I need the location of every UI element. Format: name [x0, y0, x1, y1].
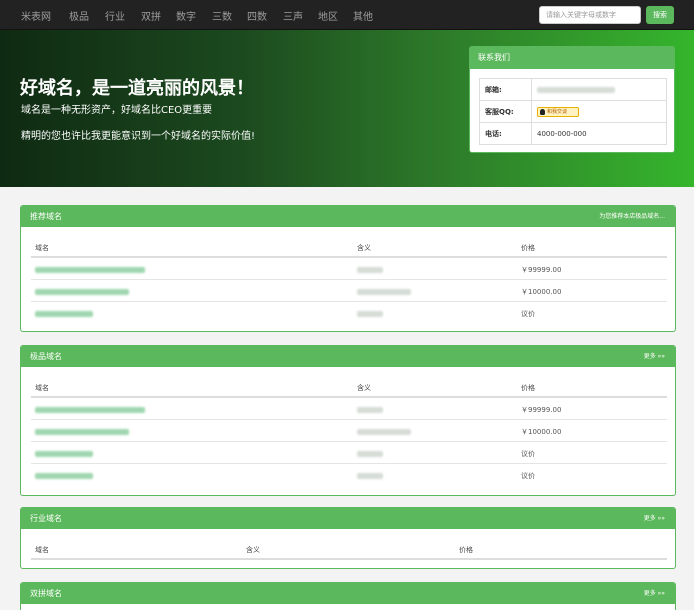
domain-cell[interactable] [35, 450, 93, 458]
brand-link[interactable]: 米表网 [21, 8, 51, 23]
table-row[interactable]: ￥10000.00 [31, 280, 667, 302]
panel-title-text: 推荐域名 [30, 212, 62, 221]
search-button[interactable]: 搜索 [646, 6, 674, 24]
domain-cell[interactable] [35, 266, 145, 274]
premium-more-link[interactable]: 更多 »» [644, 346, 665, 367]
panel-premium-title: 极品域名 更多 »» [21, 346, 675, 367]
recommended-more-link[interactable]: 为您推荐本店极品域名... [599, 206, 665, 227]
meaning-cell [357, 450, 383, 458]
table-row[interactable]: 议价 [31, 442, 667, 464]
domain-cell[interactable] [35, 406, 145, 414]
panel-title-text: 行业域名 [30, 514, 62, 523]
col-meaning: 含义 [357, 384, 371, 392]
price-cell: ￥99999.00 [521, 266, 562, 274]
col-meaning: 含义 [246, 546, 260, 554]
col-price: 价格 [521, 384, 535, 392]
price-cell: ￥99999.00 [521, 406, 562, 414]
email-label: 邮箱: [479, 78, 532, 101]
hero-banner: 好域名，是一道亮丽的风景！ 域名是一种无形资产，好域名比CEO更重要 精明的您也… [0, 30, 694, 187]
table-row[interactable]: 议价 [31, 464, 667, 486]
panel-industry-title: 行业域名 更多 »» [21, 508, 675, 529]
pinyin-more-link[interactable]: 更多 »» [644, 583, 665, 604]
email-value [531, 78, 667, 101]
premium-table: 域名 含义 价格 ￥99999.00 ￥10000.00 议价 议价 [31, 376, 667, 486]
contact-title: 联系我们 [470, 47, 674, 69]
table-row[interactable]: ￥10000.00 [31, 420, 667, 442]
meaning-cell [357, 266, 383, 274]
meaning-cell [357, 406, 383, 414]
col-price: 价格 [459, 546, 473, 554]
col-price: 价格 [521, 244, 535, 252]
price-cell: ￥10000.00 [521, 428, 562, 436]
domain-cell[interactable] [35, 428, 129, 436]
panel-title-text: 双拼域名 [30, 589, 62, 598]
table-header-row: 域名 含义 价格 [31, 538, 667, 560]
panel-recommended-title: 推荐域名 为您推荐本店极品域名... [21, 206, 675, 227]
panel-pinyin-title: 双拼域名 更多 »» [21, 583, 675, 604]
table-row[interactable]: ￥99999.00 [31, 258, 667, 280]
table-header-row: 域名 含义 价格 [31, 236, 667, 258]
panel-pinyin: 双拼域名 更多 »» [20, 582, 676, 610]
contact-box: 联系我们 邮箱: 客服QQ: 和我交谈 电话: 4000-000-000 [469, 46, 675, 153]
domain-cell[interactable] [35, 310, 93, 318]
nav-item-premium[interactable]: 极品 [69, 8, 89, 23]
panel-recommended: 推荐域名 为您推荐本店极品域名... 域名 含义 价格 ￥99999.00 ￥1… [20, 205, 676, 332]
price-cell: 议价 [521, 450, 535, 458]
domain-cell[interactable] [35, 472, 93, 480]
email-blurred [537, 86, 615, 93]
price-cell: ￥10000.00 [521, 288, 562, 296]
meaning-cell [357, 310, 383, 318]
qq-value: 和我交谈 [531, 100, 667, 123]
nav-item-industry[interactable]: 行业 [105, 8, 125, 23]
meaning-cell [357, 288, 411, 296]
panel-title-text: 极品域名 [30, 352, 62, 361]
qq-label: 客服QQ: [479, 100, 532, 123]
panel-premium: 极品域名 更多 »» 域名 含义 价格 ￥99999.00 ￥10000.00 … [20, 345, 676, 496]
meaning-cell [357, 472, 383, 480]
hero-title: 好域名，是一道亮丽的风景！ [20, 78, 254, 99]
phone-label: 电话: [479, 122, 532, 145]
nav-item-number[interactable]: 数字 [176, 8, 196, 23]
nav-item-four-digit[interactable]: 四数 [247, 8, 267, 23]
recommended-table: 域名 含义 价格 ￥99999.00 ￥10000.00 议价 [31, 236, 667, 324]
col-meaning: 含义 [357, 244, 371, 252]
price-cell: 议价 [521, 310, 535, 318]
table-header-row: 域名 含义 价格 [31, 376, 667, 398]
industry-table: 域名 含义 价格 [31, 538, 667, 560]
industry-more-link[interactable]: 更多 »» [644, 508, 665, 529]
col-domain: 域名 [35, 546, 49, 554]
nav-item-three-digit[interactable]: 三数 [212, 8, 232, 23]
contact-table: 邮箱: 客服QQ: 和我交谈 电话: 4000-000-000 [479, 78, 667, 145]
meaning-cell [357, 428, 411, 436]
qq-chat-button[interactable]: 和我交谈 [537, 106, 579, 117]
table-row[interactable]: ￥99999.00 [31, 398, 667, 420]
col-domain: 域名 [35, 244, 49, 252]
search-input[interactable] [539, 6, 641, 24]
panel-industry: 行业域名 更多 »» 域名 含义 价格 [20, 507, 676, 569]
nav-item-pinyin[interactable]: 双拼 [141, 8, 161, 23]
hero-subtitle: 域名是一种无形资产，好域名比CEO更重要 [21, 105, 213, 116]
nav-item-three-tone[interactable]: 三声 [283, 8, 303, 23]
top-navbar: 米表网 极品 行业 双拼 数字 三数 四数 三声 地区 其他 搜索 [0, 0, 694, 30]
hero-tagline: 精明的您也许比我更能意识到一个好域名的实际价值! [21, 131, 256, 142]
price-cell: 议价 [521, 472, 535, 480]
col-domain: 域名 [35, 384, 49, 392]
domain-cell[interactable] [35, 288, 129, 296]
nav-item-other[interactable]: 其他 [353, 8, 373, 23]
phone-value: 4000-000-000 [531, 122, 667, 145]
nav-item-region[interactable]: 地区 [318, 8, 338, 23]
table-row[interactable]: 议价 [31, 302, 667, 324]
